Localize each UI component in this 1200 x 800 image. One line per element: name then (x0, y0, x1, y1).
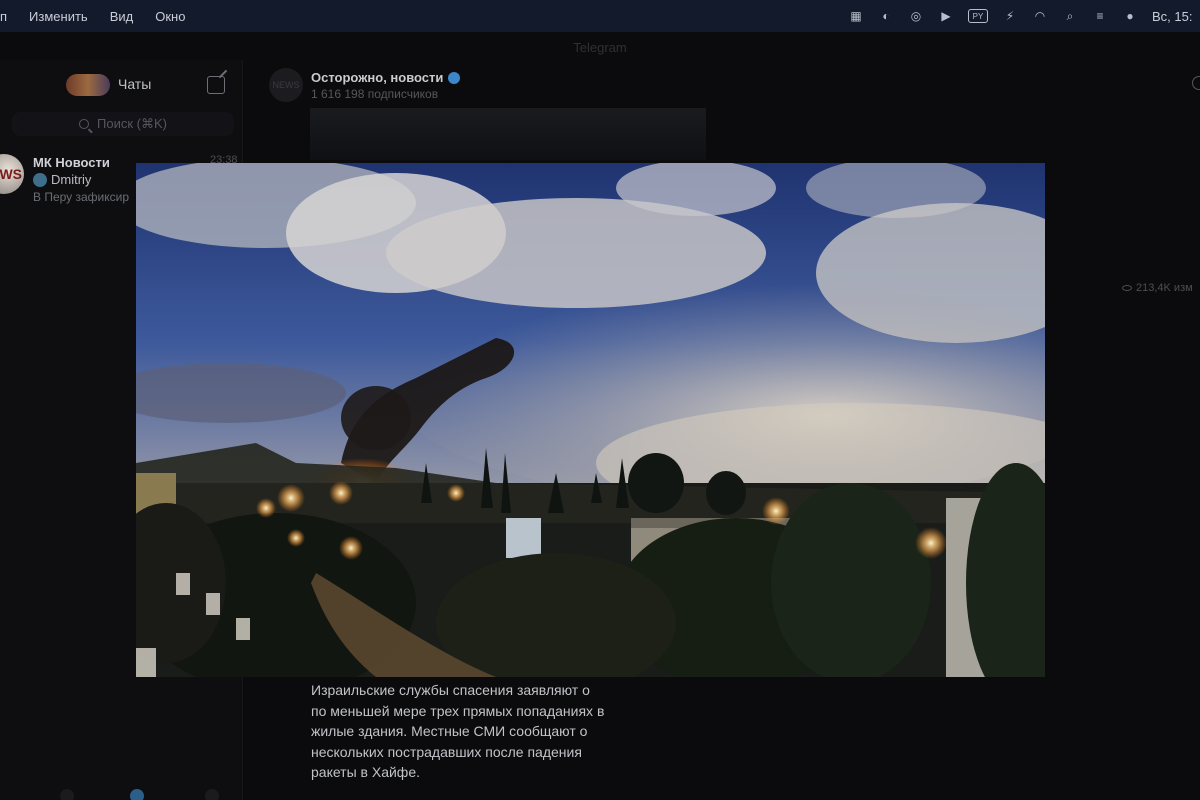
message-line: нескольких пострадавших после падения (311, 743, 582, 760)
compose-icon[interactable] (207, 76, 225, 94)
menu-view[interactable]: Вид (110, 9, 134, 24)
app-indicator-icon[interactable]: ▦ (848, 8, 864, 24)
channel-name-text: Осторожно, новости (311, 70, 444, 85)
header-tool-icon[interactable] (1192, 76, 1200, 90)
views-counter: 213,4K изм (1122, 282, 1193, 294)
color-circle-icon[interactable]: ◐ (878, 8, 894, 24)
stories-avatars[interactable] (66, 74, 110, 96)
menu-clock[interactable]: Вс, 15: (1152, 9, 1200, 24)
menu-app-partial[interactable]: п (0, 9, 7, 24)
message-line: жилые здания. Местные СМИ сообщают о (311, 723, 588, 739)
wifi-icon[interactable]: ◠ (1032, 8, 1048, 24)
message-line: Израильские службы спасения заявляют о (311, 682, 590, 698)
menu-window[interactable]: Окно (155, 9, 185, 24)
message-text: Израильские службы спасения заявляют о п… (311, 680, 671, 783)
play-icon[interactable]: ▶ (938, 8, 954, 24)
settings-icon[interactable] (205, 789, 219, 800)
sender-avatar (33, 172, 47, 187)
menu-bar: п Изменить Вид Окно ▦ ◐ ◎ ▶ PY ⚡ ◠ ⌕ ≡ ●… (0, 0, 1200, 32)
menu-items: п Изменить Вид Окно (0, 9, 185, 24)
message-photo[interactable] (136, 163, 1045, 677)
status-tray: ▦ ◐ ◎ ▶ PY ⚡ ◠ ⌕ ≡ ● Вс, 15: (848, 0, 1200, 32)
eye-icon (1122, 285, 1132, 291)
previous-message-image[interactable] (310, 108, 706, 160)
window-title: Telegram (573, 40, 627, 55)
search-input[interactable]: Поиск (⌘K) (12, 112, 234, 136)
views-count: 213,4K изм (1136, 282, 1193, 294)
sidebar-title: Чаты (118, 76, 152, 92)
sidebar-bottom-bar (0, 786, 243, 800)
menu-edit[interactable]: Изменить (29, 9, 88, 24)
channel-header[interactable]: NEWS Осторожно, новости 1 616 198 подпис… (244, 60, 1200, 110)
channel-name: Осторожно, новости (311, 70, 461, 85)
chat-sender: Dmitriy (33, 172, 91, 187)
search-icon[interactable]: ⌕ (1062, 8, 1078, 24)
night-fire-photo (136, 163, 1045, 677)
contacts-icon[interactable] (60, 789, 74, 800)
verified-badge-icon (448, 71, 461, 84)
chats-tab-icon[interactable] (130, 789, 144, 800)
battery-icon[interactable]: ⚡ (1002, 8, 1018, 24)
chat-sender-name: Dmitriy (51, 172, 92, 187)
channel-avatar[interactable]: NEWS (269, 68, 303, 102)
search-placeholder: Поиск (⌘K) (97, 116, 167, 131)
message-line: по меньшей мере трех прямых попаданиях в (311, 702, 605, 719)
chat-name: МК Новости (33, 155, 110, 170)
message-line: ракеты в Хайфе. (311, 764, 421, 780)
control-center-icon[interactable]: ≡ (1092, 8, 1108, 24)
language-icon[interactable]: PY (968, 9, 988, 23)
siri-icon[interactable]: ● (1122, 8, 1138, 24)
airdrop-icon[interactable]: ◎ (908, 8, 924, 24)
chat-avatar: WS (0, 154, 24, 194)
search-icon (79, 119, 90, 129)
channel-subscribers: 1 616 198 подписчиков (311, 87, 439, 101)
